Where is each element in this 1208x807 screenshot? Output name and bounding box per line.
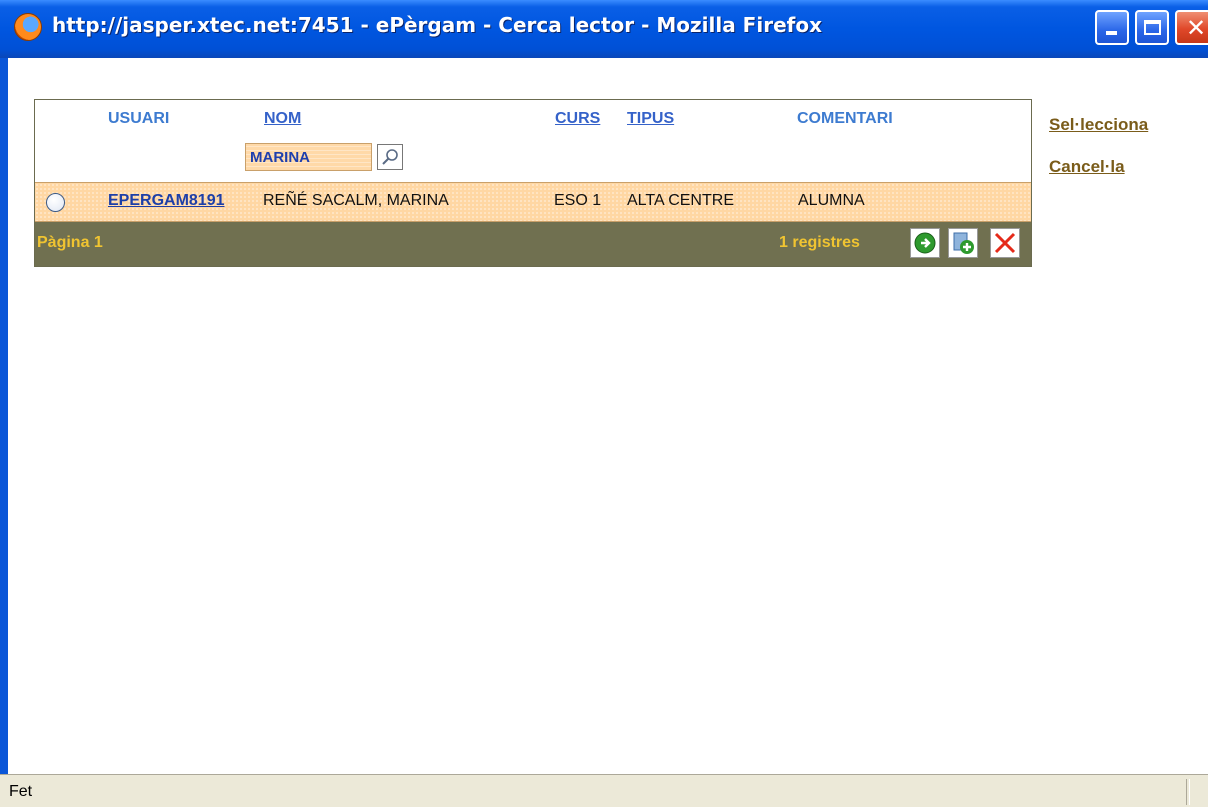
row-curs: ESO 1	[554, 192, 602, 209]
minimize-button[interactable]	[1095, 10, 1129, 45]
status-separator	[1186, 779, 1190, 805]
row-nom: REÑÉ SACALM, MARINA	[263, 192, 449, 209]
add-record-button[interactable]	[948, 228, 978, 258]
minimize-icon	[1106, 31, 1117, 35]
firefox-icon	[14, 13, 42, 41]
window-title: http://jasper.xtec.net:7451 - ePèrgam - …	[52, 13, 822, 37]
column-header-curs[interactable]: CURS	[555, 110, 600, 128]
results-grid: USUARI NOM CURS TIPUS COMENTARI EPERGAM8…	[34, 99, 1032, 267]
status-bar: Fet	[0, 774, 1208, 807]
add-document-icon	[953, 232, 974, 254]
row-comentari: ALUMNA	[798, 192, 865, 209]
name-filter-input[interactable]	[246, 144, 371, 170]
maximize-icon	[1144, 20, 1161, 35]
column-header-tipus[interactable]: TIPUS	[627, 110, 674, 128]
maximize-button[interactable]	[1135, 10, 1169, 45]
window-frame-left	[0, 58, 8, 774]
search-button[interactable]	[377, 144, 403, 170]
close-icon: ✕	[1186, 14, 1207, 42]
row-select-radio[interactable]	[46, 193, 65, 212]
pagination-bar: Pàgina 1 1 registres	[35, 222, 1031, 266]
table-row[interactable]: EPERGAM8191 REÑÉ SACALM, MARINA ESO 1 AL…	[35, 182, 1031, 222]
arrow-right-circle-icon	[914, 232, 936, 254]
cancel-link[interactable]: Cancel·la	[1049, 157, 1125, 177]
go-button[interactable]	[910, 228, 940, 258]
column-header-usuari: USUARI	[108, 110, 170, 127]
close-window-button[interactable]: ✕	[1175, 10, 1208, 45]
record-count: 1 registres	[779, 234, 860, 251]
column-header-comentari: COMENTARI	[797, 110, 893, 127]
delete-button[interactable]	[990, 228, 1020, 258]
window-titlebar[interactable]: http://jasper.xtec.net:7451 - ePèrgam - …	[0, 0, 1208, 58]
status-text: Fet	[9, 783, 33, 800]
name-filter-field[interactable]	[245, 143, 372, 171]
select-link[interactable]: Sel·lecciona	[1049, 115, 1148, 135]
page-content: USUARI NOM CURS TIPUS COMENTARI EPERGAM8…	[8, 58, 1208, 774]
row-usuari-link[interactable]: EPERGAM8191	[108, 192, 225, 210]
page-indicator: Pàgina 1	[37, 234, 103, 251]
row-tipus: ALTA CENTRE	[627, 192, 734, 209]
magnifier-icon	[382, 149, 398, 165]
column-header-nom[interactable]: NOM	[264, 110, 301, 128]
delete-icon	[994, 232, 1016, 254]
